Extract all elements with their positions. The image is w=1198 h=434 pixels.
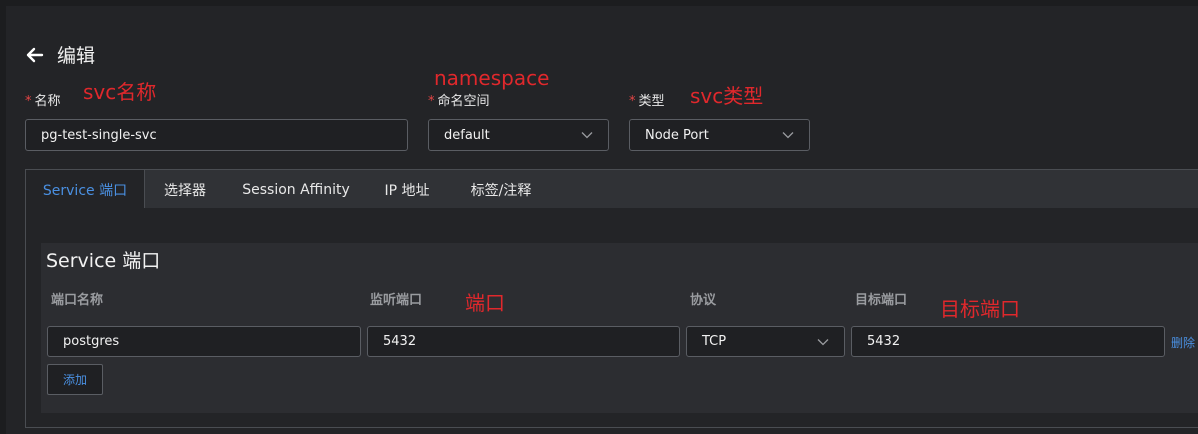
tab-service-ports[interactable]: Service 端口 — [26, 170, 145, 210]
chevron-down-icon — [782, 131, 794, 139]
page: 编辑 svc名称 namespace svc类型 *名称 *命名空间 defau… — [0, 0, 1198, 434]
annotation-port: 端口 — [465, 291, 505, 315]
annotation-namespace: namespace — [434, 66, 550, 90]
annotation-target-port: 目标端口 — [940, 297, 1020, 321]
type-label-text: 类型 — [638, 94, 665, 109]
column-header-port-name: 端口名称 — [51, 293, 104, 308]
add-port-button[interactable]: 添加 — [47, 364, 103, 395]
column-header-listen-port: 监听端口 — [370, 293, 423, 308]
required-mark: * — [428, 94, 435, 109]
port-name-input[interactable] — [47, 326, 361, 357]
type-select[interactable]: Node Port — [629, 119, 810, 151]
name-input[interactable] — [25, 119, 408, 151]
tab-selector[interactable]: 选择器 — [144, 170, 226, 209]
tab-bar: Service 端口 选择器 Session Affinity IP 地址 标签… — [25, 169, 1198, 210]
column-header-protocol: 协议 — [690, 293, 717, 308]
required-mark: * — [629, 94, 636, 109]
protocol-value: TCP — [702, 334, 727, 349]
delete-link[interactable]: 删除 — [1171, 334, 1195, 351]
name-label: * 名称 — [25, 94, 61, 110]
annotation-type: svc类型 — [690, 84, 764, 108]
column-header-target-port: 目标端口 — [855, 293, 908, 308]
namespace-value: default — [444, 127, 490, 143]
annotation-name: svc名称 — [83, 80, 157, 104]
chevron-down-icon — [817, 338, 829, 346]
namespace-label-text: 命名空间 — [437, 94, 490, 109]
tab-session-affinity[interactable]: Session Affinity — [226, 170, 366, 209]
protocol-select[interactable]: TCP — [686, 326, 845, 357]
name-label-text: 名称 — [34, 94, 61, 109]
back-arrow-icon[interactable] — [24, 44, 46, 66]
listen-port-input[interactable] — [367, 326, 680, 357]
namespace-select[interactable]: default — [428, 119, 609, 151]
section-title: Service 端口 — [46, 250, 161, 272]
tab-labels-annotations[interactable]: 标签/注释 — [448, 170, 554, 209]
page-title: 编辑 — [57, 45, 96, 67]
chevron-down-icon — [581, 131, 593, 139]
required-mark: * — [25, 94, 32, 109]
type-label: * 类型 — [629, 94, 665, 110]
type-value: Node Port — [645, 127, 709, 143]
target-port-input[interactable] — [851, 326, 1165, 357]
namespace-label: * 命名空间 — [428, 94, 490, 110]
tab-ip-address[interactable]: IP 地址 — [366, 170, 448, 209]
